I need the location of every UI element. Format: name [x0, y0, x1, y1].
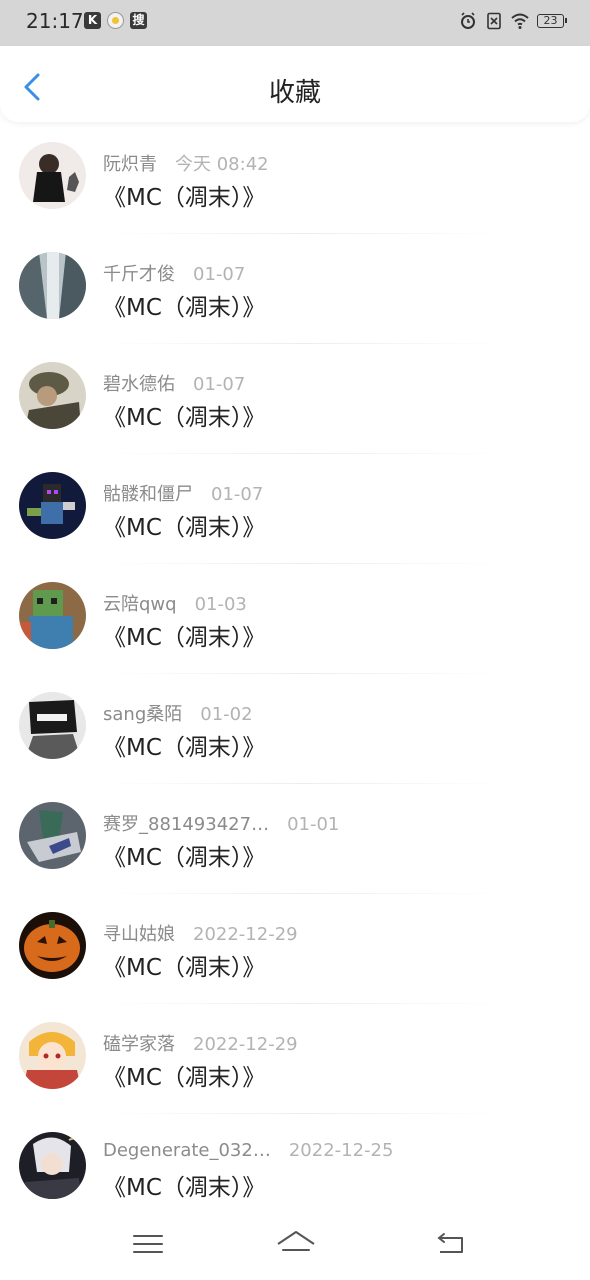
post-date: 01-01	[287, 814, 340, 835]
author-name: sang桑陌	[103, 704, 183, 725]
favorite-item[interactable]: 千斤才俊 01-07 《MC（凋末）》	[0, 234, 590, 344]
menu-icon[interactable]	[128, 1226, 168, 1262]
no-sim-icon	[487, 12, 501, 30]
status-bar: 21:17 K 搜 23	[0, 0, 590, 46]
post-date: 今天 08:42	[175, 154, 269, 175]
post-title: 《MC（凋末）》	[103, 515, 266, 541]
post-date: 2022-12-29	[193, 924, 298, 945]
post-date: 2022-12-29	[193, 1034, 298, 1055]
post-date: 01-07	[211, 484, 264, 505]
status-notification-icons: K 搜	[84, 12, 147, 29]
avatar[interactable]	[19, 1132, 86, 1199]
post-date: 01-03	[194, 594, 247, 615]
app-header: 收藏	[0, 46, 590, 122]
avatar[interactable]	[19, 1022, 86, 1089]
author-name: 磕学家落	[103, 1034, 175, 1055]
chat-app-icon	[107, 12, 124, 29]
author-name: 赛罗_881493427…	[103, 814, 270, 835]
avatar[interactable]	[19, 252, 86, 319]
favorite-item[interactable]: sang桑陌 01-02 《MC（凋末）》	[0, 674, 590, 784]
home-icon[interactable]	[275, 1226, 317, 1262]
author-name: Degenerate_032…	[103, 1140, 271, 1161]
page-title: 收藏	[268, 78, 321, 108]
avatar[interactable]	[19, 142, 86, 209]
wifi-icon	[511, 13, 529, 29]
author-name: 千斤才俊	[103, 264, 175, 285]
post-date: 01-02	[200, 704, 253, 725]
post-date: 2022-12-25	[288, 1140, 394, 1161]
post-title: 《MC（凋末）》	[103, 955, 266, 981]
search-app-icon: 搜	[130, 12, 147, 29]
post-title: 《MC（凋末）》	[103, 625, 266, 651]
avatar[interactable]	[19, 472, 86, 539]
favorite-item[interactable]: 碧水德佑 01-07 《MC（凋末）》	[0, 344, 590, 454]
post-title: 《MC（凋末）》	[103, 405, 266, 431]
battery-icon: 23	[537, 14, 567, 28]
post-date: 01-07	[193, 374, 246, 395]
author-name: 寻山姑娘	[103, 924, 175, 945]
post-title: 《MC（凋末）》	[103, 1065, 266, 1091]
avatar[interactable]	[19, 582, 86, 649]
favorites-list: 阮炽青 今天 08:42 《MC（凋末）》 千斤才俊 01-07 《MC（凋末）…	[0, 124, 590, 1224]
system-nav-bar	[0, 1210, 590, 1280]
avatar[interactable]	[19, 912, 86, 979]
post-title: 《MC（凋末）》	[103, 1175, 266, 1201]
favorite-item[interactable]: 阮炽青 今天 08:42 《MC（凋末）》	[0, 124, 590, 234]
avatar[interactable]	[19, 362, 86, 429]
author-name: 骷髅和僵尸	[103, 484, 193, 505]
favorite-item[interactable]: 云陪qwq 01-03 《MC（凋末）》	[0, 564, 590, 674]
status-system-icons: 23	[459, 12, 567, 30]
favorite-item[interactable]: 骷髅和僵尸 01-07 《MC（凋末）》	[0, 454, 590, 564]
favorite-item[interactable]: Degenerate_032… 2022-12-25 《MC（凋末）》	[0, 1114, 590, 1224]
post-title: 《MC（凋末）》	[103, 735, 266, 761]
status-time: 21:17	[26, 9, 84, 33]
avatar[interactable]	[19, 692, 86, 759]
post-date: 01-07	[193, 264, 246, 285]
author-name: 云陪qwq	[103, 594, 177, 615]
back-icon[interactable]	[430, 1226, 470, 1262]
post-title: 《MC（凋末）》	[103, 295, 266, 321]
author-name: 阮炽青	[103, 154, 157, 175]
k-app-icon: K	[84, 12, 101, 29]
avatar[interactable]	[19, 802, 86, 869]
author-name: 碧水德佑	[103, 374, 175, 395]
alarm-icon	[461, 12, 475, 29]
favorite-item[interactable]: 磕学家落 2022-12-29 《MC（凋末）》	[0, 1004, 590, 1114]
favorite-item[interactable]: 赛罗_881493427… 01-01 《MC（凋末）》	[0, 784, 590, 894]
favorite-item[interactable]: 寻山姑娘 2022-12-29 《MC（凋末）》	[0, 894, 590, 1004]
post-title: 《MC（凋末）》	[103, 845, 266, 871]
post-title: 《MC（凋末）》	[103, 185, 266, 211]
